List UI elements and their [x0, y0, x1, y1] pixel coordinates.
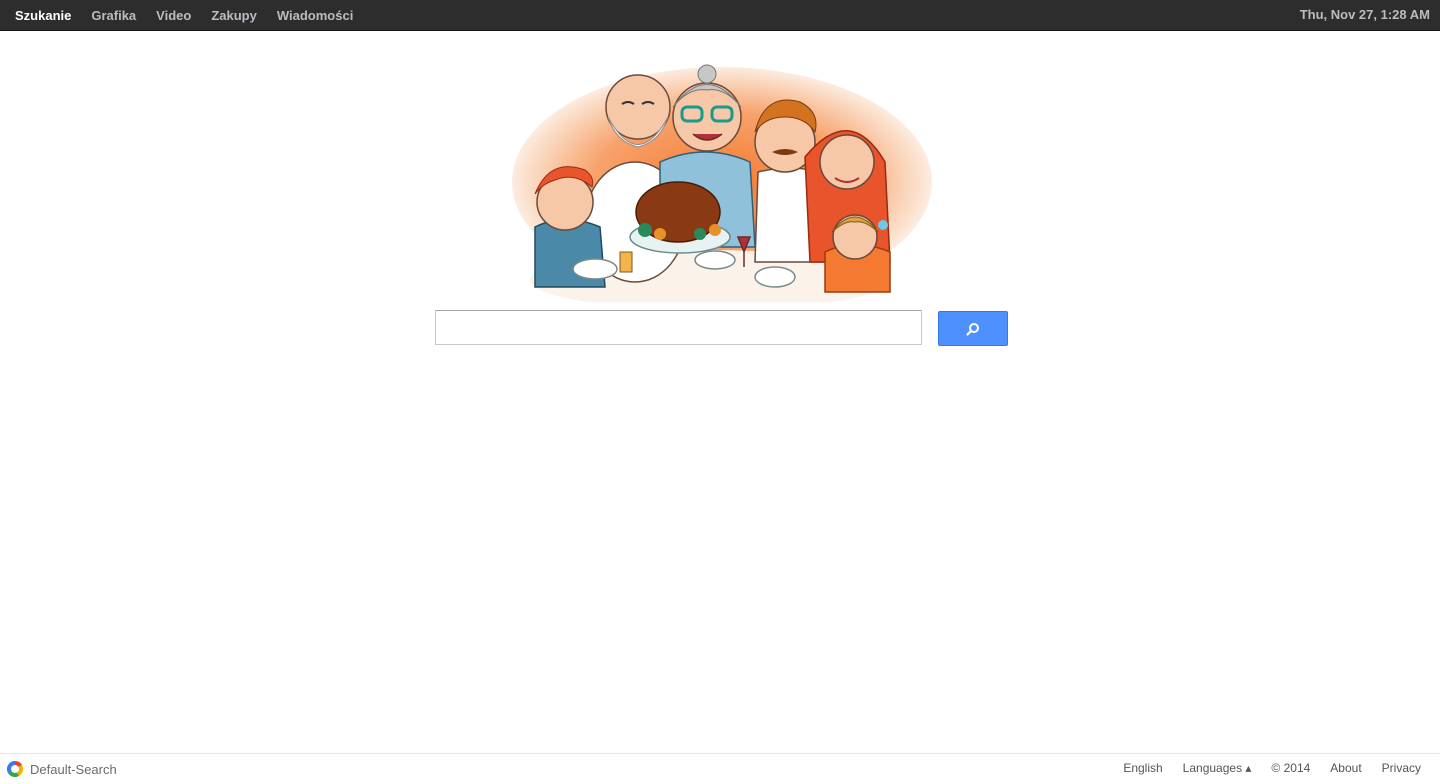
about-link[interactable]: About — [1330, 761, 1361, 775]
brand-label: Default-Search — [30, 761, 117, 777]
search-input[interactable] — [435, 310, 922, 345]
thanksgiving-family-doodle[interactable] — [510, 62, 935, 302]
footer-links: English Languages ▴ © 2014 About Privacy — [1103, 754, 1421, 782]
languages-menu[interactable]: Languages ▴ — [1183, 761, 1252, 775]
footer-bar: Default-Search English Languages ▴ © 201… — [0, 753, 1440, 784]
nav-item-grafika[interactable]: Grafika — [91, 8, 136, 23]
copyright-text: © 2014 — [1271, 761, 1311, 775]
english-link[interactable]: English — [1123, 761, 1162, 775]
juice-glass — [619, 251, 633, 273]
nav-item-szukanie[interactable]: Szukanie — [15, 8, 71, 23]
plate — [572, 258, 618, 280]
search-nav: Szukanie Grafika Video Zakupy Wiadomości — [15, 0, 373, 30]
default-search-brand[interactable]: Default-Search — [5, 759, 117, 779]
plate — [754, 266, 796, 288]
date-time-display: Thu, Nov 27, 1:28 AM — [1299, 7, 1430, 22]
search-button[interactable] — [938, 311, 1008, 346]
top-navigation-bar: Szukanie Grafika Video Zakupy Wiadomości… — [0, 0, 1440, 31]
nav-item-zakupy[interactable]: Zakupy — [211, 8, 257, 23]
search-icon — [966, 322, 979, 336]
plate — [694, 250, 736, 270]
nav-item-video[interactable]: Video — [156, 8, 191, 23]
privacy-link[interactable]: Privacy — [1382, 761, 1421, 775]
default-search-logo-icon — [6, 760, 24, 778]
nav-item-wiadomosci[interactable]: Wiadomości — [277, 8, 353, 23]
